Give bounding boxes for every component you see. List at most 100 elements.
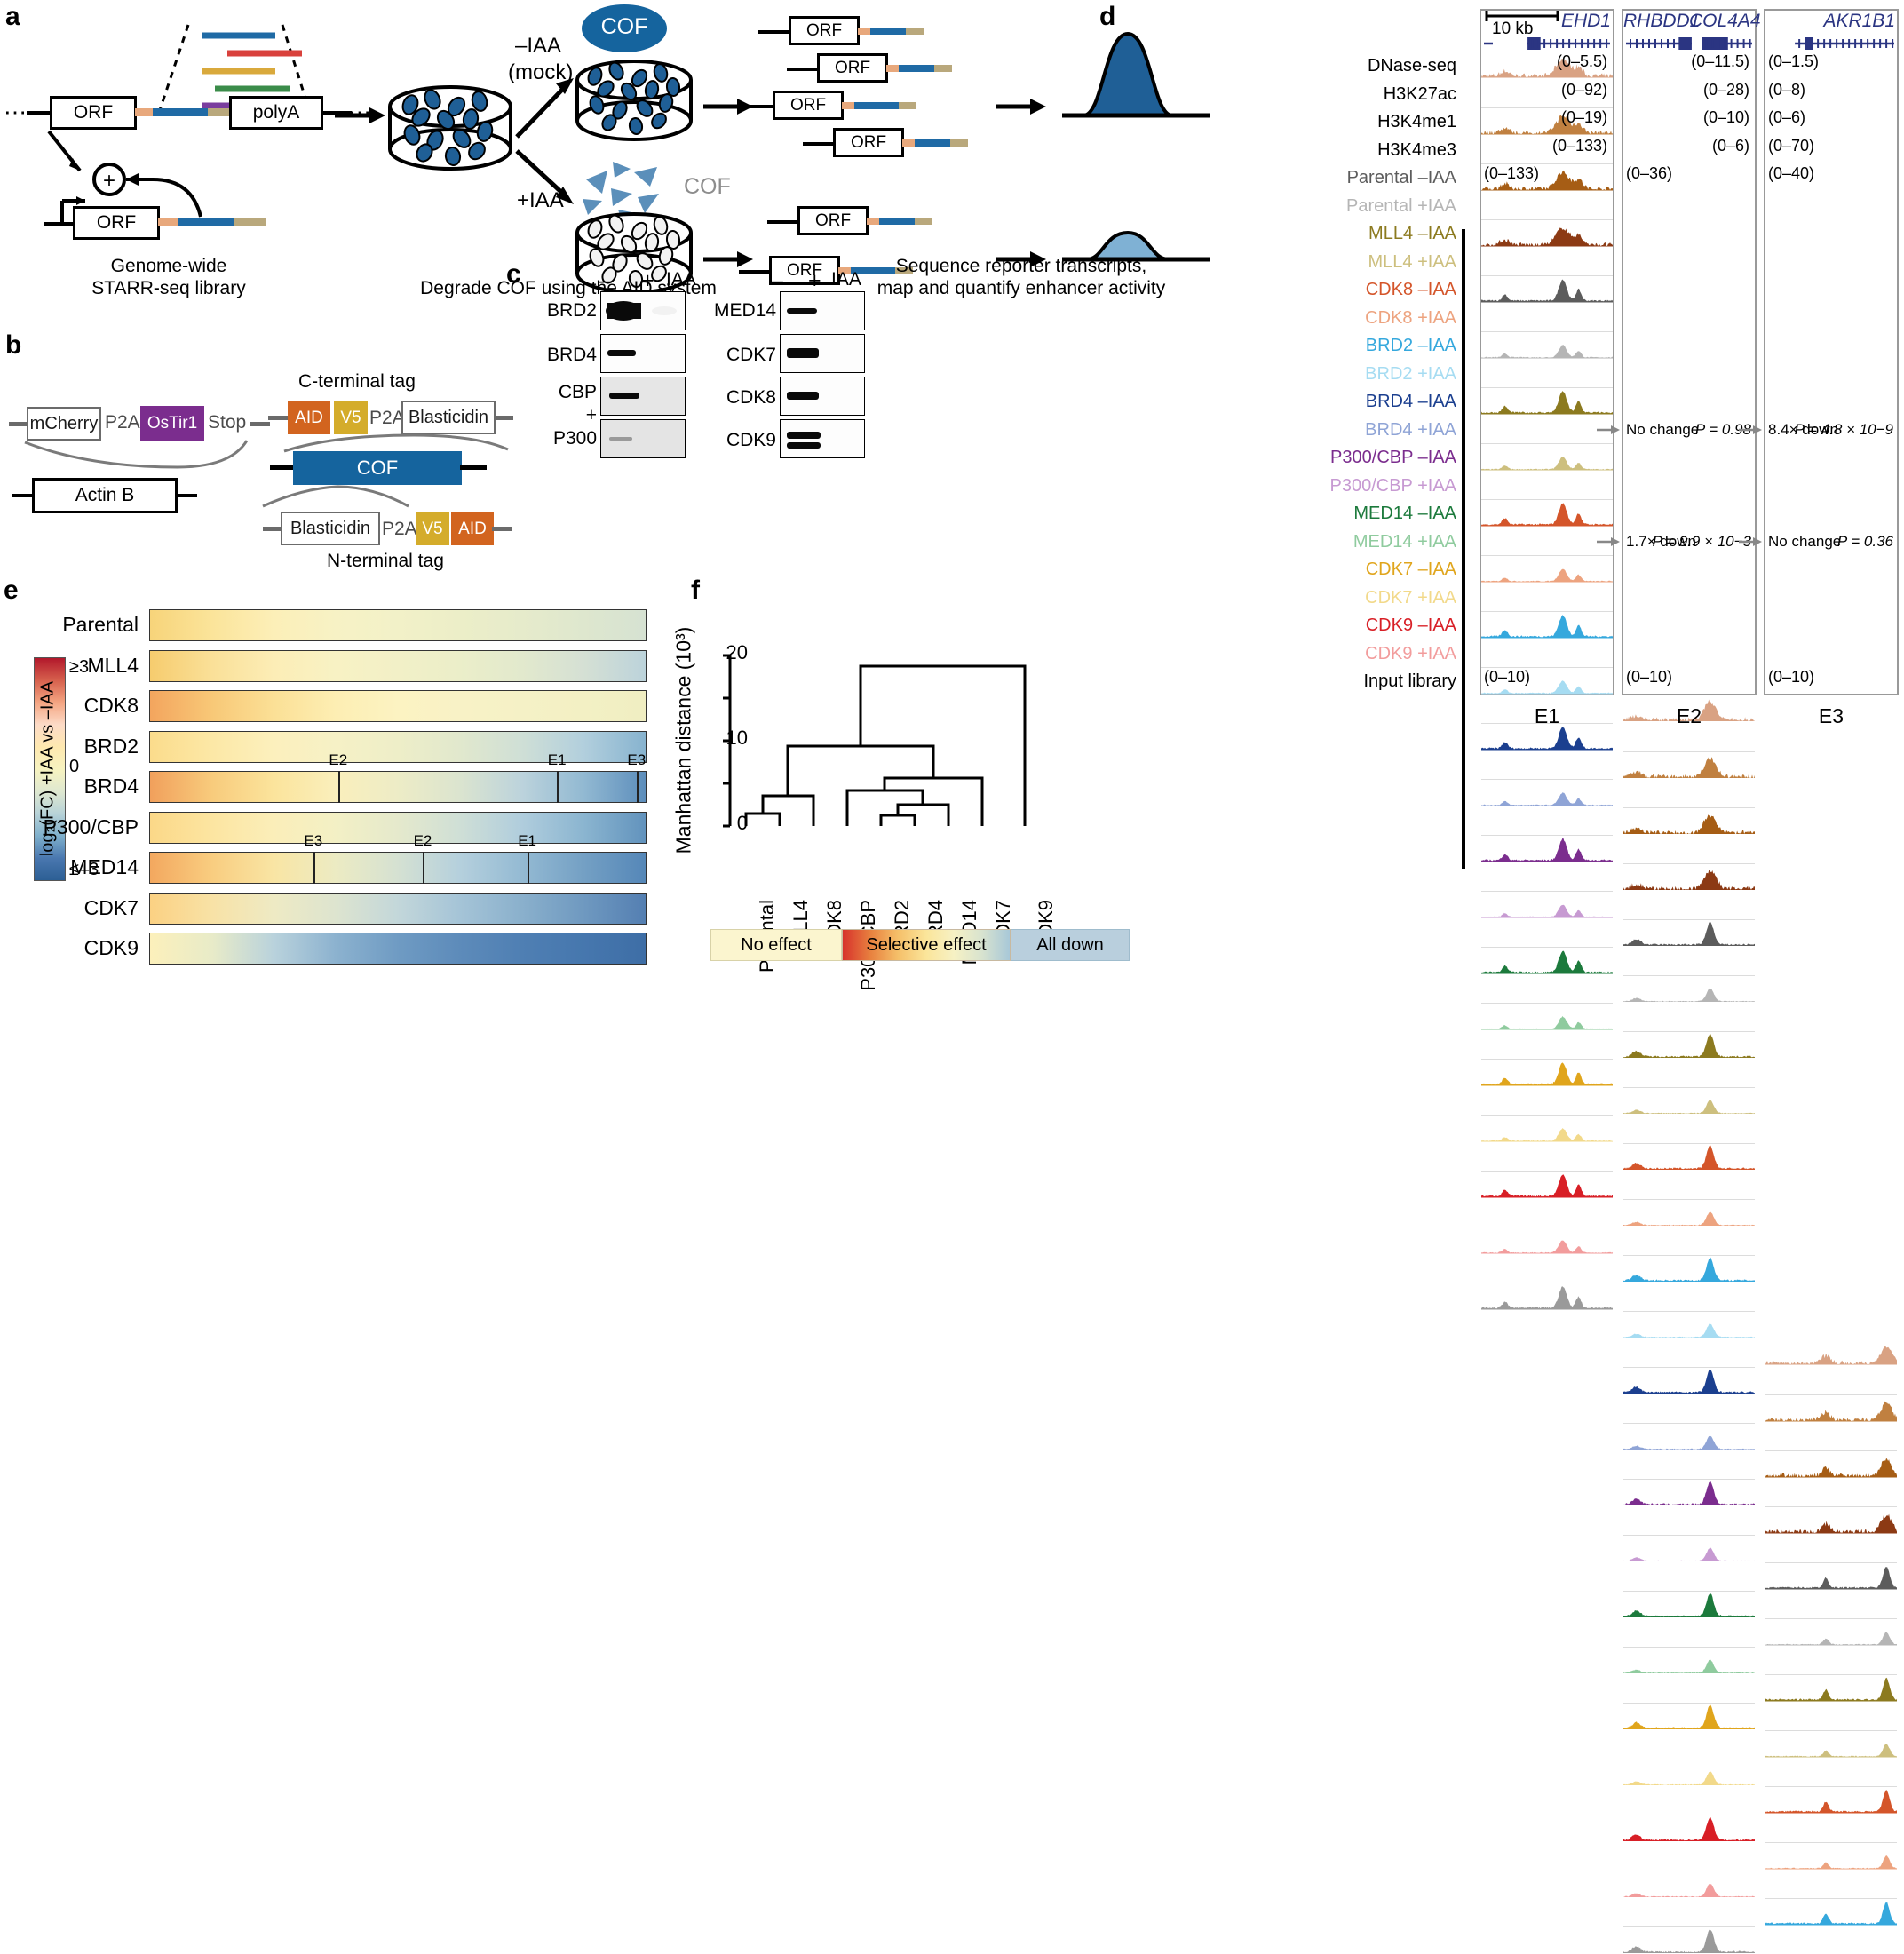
track-label-dnase-seq: DNase-seq	[1154, 56, 1456, 76]
track-input-library-e1	[1481, 1283, 1613, 1311]
insertion-bracket-1	[9, 437, 275, 476]
track-brd4--iaa-e1	[1481, 779, 1613, 807]
fragment-blue-2	[178, 218, 236, 226]
range-label: (0–10)	[1768, 668, 1814, 687]
panel-f-letter: f	[691, 576, 700, 606]
blot-label-cdk9: CDK9	[693, 430, 776, 451]
fragment-tan-2	[234, 218, 266, 226]
colorbar-bottom-label: ≤–3	[69, 860, 99, 880]
track-mll4--iaa-e1	[1481, 387, 1613, 416]
blot-label-brd2: BRD2	[520, 300, 597, 322]
track-label-brd2--iaa: BRD2 +IAA	[1154, 364, 1456, 385]
caption-degrade: Degrade COF using the AID system	[337, 278, 799, 299]
range-label: (0–6)	[1623, 137, 1749, 155]
mcherry-line-right	[250, 422, 270, 426]
track-trace	[1623, 864, 1755, 891]
track-p300-cbp--iaa-e2	[1623, 1479, 1755, 1507]
track-trace	[1623, 1536, 1755, 1562]
arrow-to-peak-top	[995, 89, 1057, 124]
track-brd4--iaa-e2	[1623, 1423, 1755, 1451]
track-mll4--iaa-e3	[1765, 1730, 1897, 1759]
transcript-orf-label: ORF	[815, 211, 851, 231]
range-label: (0–10)	[1623, 108, 1749, 127]
cof-box: COF	[293, 451, 462, 485]
p2a-label-nterm: P2A	[382, 519, 417, 540]
range-label: (0–19)	[1481, 108, 1607, 127]
cell-dish-minus-iaa	[572, 53, 696, 147]
track-trace	[1623, 1256, 1755, 1283]
f-ytick-0: 0	[698, 812, 748, 834]
legend-selective-effect: Selective effect	[842, 929, 1011, 961]
p2a-label-cterm: P2A	[369, 408, 405, 429]
v5-box-cterm: V5	[334, 401, 368, 434]
range-label: (0–11.5)	[1623, 52, 1749, 71]
track-p300-cbp--iaa-e1	[1481, 891, 1613, 919]
blot-med14	[780, 291, 865, 330]
track-brd4--iaa-e2	[1623, 1367, 1755, 1395]
track-cdk9--iaa-e2	[1623, 1815, 1755, 1843]
track-trace	[1481, 1283, 1613, 1310]
range-label: (0–40)	[1768, 164, 1814, 183]
track-h3k4me1-e2	[1623, 807, 1755, 836]
track-h3k27ac-e3	[1765, 1394, 1897, 1423]
track-label-brd2--iaa: BRD2 –IAA	[1154, 336, 1456, 356]
annotation-pvalue-e3-brd4: P = 4.8 × 10−9	[1765, 421, 1893, 439]
label-minus-iaa: –IAA	[515, 34, 561, 59]
blot-brd2	[600, 291, 686, 330]
transcript-orf-label: ORF	[851, 133, 886, 153]
track-label-mll4--iaa: MLL4 –IAA	[1154, 224, 1456, 244]
track-trace	[1765, 1787, 1897, 1814]
track-trace	[1481, 1116, 1613, 1142]
blot-label-med14: MED14	[693, 300, 776, 322]
track-label-h3k4me1: H3K4me1	[1154, 112, 1456, 132]
track-trace	[1623, 1032, 1755, 1059]
track-trace	[1481, 1060, 1613, 1086]
panel-b-letter: b	[5, 330, 21, 361]
track-brd2--iaa-e1	[1481, 611, 1613, 639]
track-trace	[1623, 1480, 1755, 1506]
range-label: (0–36)	[1626, 164, 1672, 183]
nterm-line-left	[263, 527, 282, 531]
track-trace	[1623, 808, 1755, 835]
track-cdk8--iaa-e1	[1481, 499, 1613, 528]
blot-left-iaa: IAA	[666, 269, 696, 290]
track-dnase-seq-e3	[1765, 1338, 1897, 1367]
track-trace	[1623, 1592, 1755, 1618]
track-trace	[1481, 612, 1613, 639]
blot-right-iaa: IAA	[831, 269, 861, 290]
track-trace	[1481, 220, 1613, 247]
gene-name-akr1b1: AKR1B1	[1764, 11, 1895, 32]
track-trace	[1481, 892, 1613, 918]
track-med14--iaa-e2	[1623, 1591, 1755, 1619]
track-trace	[1481, 836, 1613, 862]
track-h3k4me3-e3	[1765, 1506, 1897, 1535]
range-label: (0–1.5)	[1768, 52, 1819, 71]
track-label-cdk7--iaa: CDK7 –IAA	[1154, 560, 1456, 580]
blot-p300	[600, 419, 686, 458]
track-trace	[1623, 920, 1755, 947]
gene-name-rhbdd1: RHBDD1	[1623, 11, 1691, 32]
track-mll4--iaa-e3	[1765, 1674, 1897, 1703]
p2a-label-1: P2A	[105, 412, 140, 433]
track-trace	[1623, 1368, 1755, 1394]
track-parental--iaa-e1	[1481, 331, 1613, 360]
panel-d-letter: d	[1099, 2, 1115, 32]
range-label: (0–5.5)	[1481, 52, 1607, 71]
blasticidin-box-nterm: Blasticidin	[281, 512, 380, 545]
track-h3k27ac-e2	[1623, 751, 1755, 780]
transcript-orf-label: ORF	[835, 59, 870, 78]
track-med14--iaa-e2	[1623, 1647, 1755, 1675]
blot-right-plus: +	[808, 268, 821, 294]
track-trace	[1765, 1451, 1897, 1478]
blot-right-minus: –	[771, 268, 783, 294]
track-label-cdk9--iaa: CDK9 –IAA	[1154, 616, 1456, 636]
track-cdk8--iaa-e2	[1623, 1199, 1755, 1227]
panel-c-letter: c	[506, 259, 521, 290]
track-med14--iaa-e1	[1481, 947, 1613, 975]
svg-text:+: +	[103, 169, 115, 193]
caption-library-line2: STARR-seq library	[53, 278, 284, 299]
label-plus-iaa: +IAA	[517, 188, 564, 213]
transcript-orf-label: ORF	[806, 21, 842, 41]
range-label: (0–92)	[1481, 81, 1607, 99]
legend-all-down: All down	[1011, 929, 1130, 961]
